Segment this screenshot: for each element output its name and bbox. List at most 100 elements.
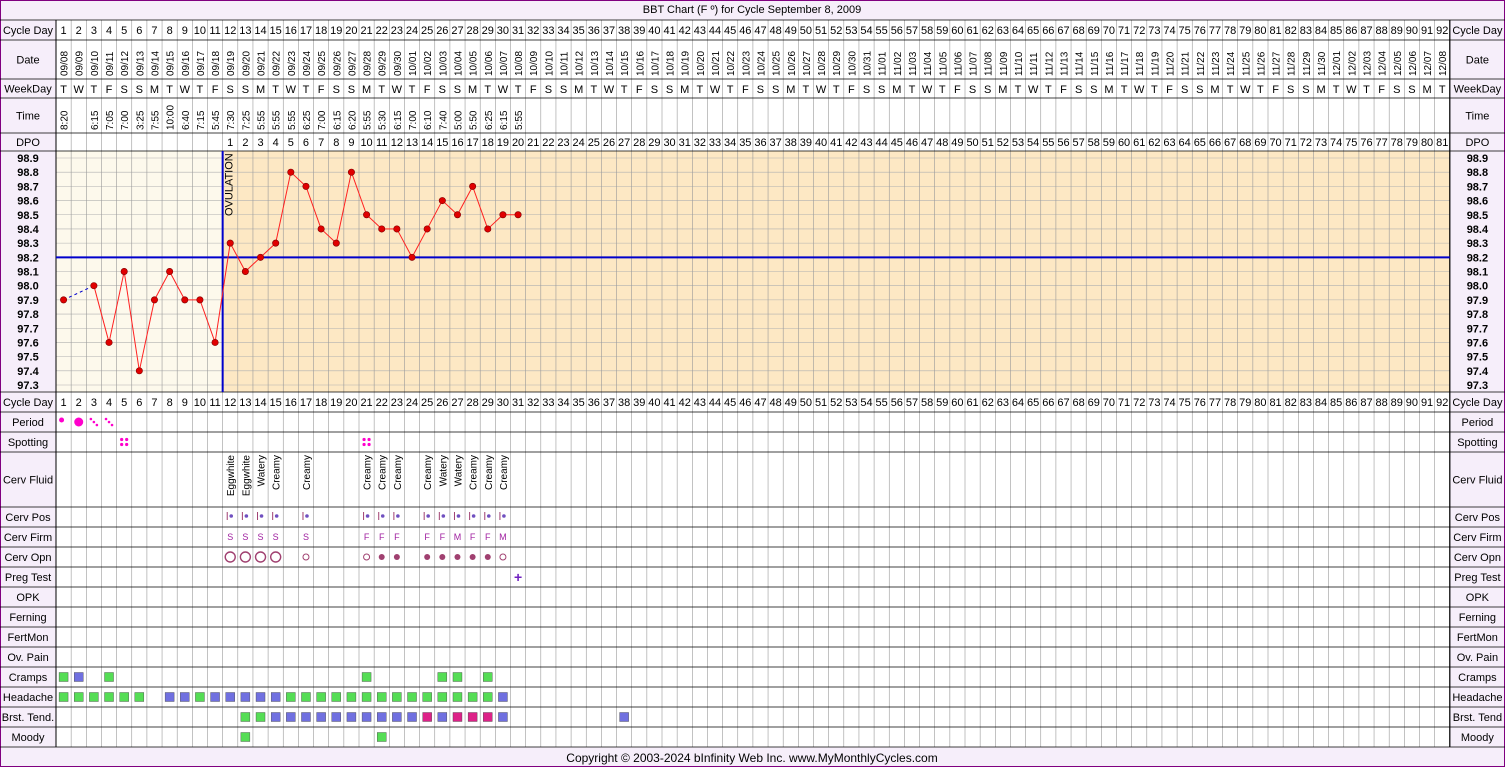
temperature-point	[469, 182, 477, 190]
cycle-day-label: 51	[815, 25, 827, 37]
headache-marker	[407, 692, 417, 702]
cycle-day-label-bottom: 54	[860, 397, 872, 409]
headache-marker	[346, 692, 357, 702]
date-label: 10/19	[681, 51, 692, 76]
row-label-right-cday2: Cycle Day	[1452, 397, 1503, 409]
cerv-pos-marker	[229, 514, 234, 518]
cycle-day-label: 46	[739, 25, 751, 37]
breast-tenderness-marker	[270, 712, 281, 722]
date-label: 11/25	[1241, 51, 1252, 76]
cycle-day-label: 32	[527, 25, 539, 37]
cerv-opn-marker	[424, 554, 431, 560]
dpo-label: 18	[482, 137, 494, 149]
cycle-day-label-bottom: 51	[815, 397, 827, 409]
date-label: 09/26	[332, 51, 343, 76]
row-label-period: Period	[12, 417, 44, 429]
time-label: 6:10	[423, 110, 434, 130]
date-label: 09/08	[60, 51, 71, 76]
dpo-label: 49	[951, 137, 963, 149]
cerv-pos-marker	[274, 514, 279, 518]
weekday-label: S	[984, 84, 991, 96]
cycle-day-label: 59	[936, 25, 948, 37]
row-label-ovp: Ov. Pain	[7, 652, 48, 664]
y-tick-label-right: 98.4	[1467, 224, 1489, 236]
date-label: 10/29	[832, 51, 843, 76]
cerv-pos-marker	[244, 514, 249, 518]
cycle-day-label-bottom: 66	[1042, 397, 1054, 409]
cycle-day-label: 33	[542, 25, 554, 37]
cycle-day-label: 25	[421, 25, 433, 37]
date-label: 11/11	[1029, 52, 1040, 76]
cycle-day-label-bottom: 76	[1194, 397, 1206, 409]
cycle-day-label: 12	[224, 25, 236, 37]
weekday-label: W	[1028, 84, 1039, 96]
breast-tenderness-marker	[377, 712, 387, 722]
date-label: 11/02	[893, 51, 904, 76]
weekday-label: T	[621, 84, 628, 96]
cycle-day-label: 7	[151, 25, 157, 37]
date-label: 11/06	[953, 51, 964, 76]
cycle-day-label: 14	[254, 25, 266, 37]
temperature-point	[226, 239, 234, 247]
cycle-day-label-bottom: 86	[1345, 397, 1357, 409]
date-label: 09/10	[90, 51, 101, 76]
cycle-day-label-bottom: 12	[224, 397, 236, 409]
cerv-firm-label: M	[454, 532, 462, 542]
date-label: 11/09	[999, 51, 1010, 76]
weekday-label: W	[286, 84, 297, 96]
date-label: 12/05	[1393, 51, 1404, 76]
date-label: 09/16	[181, 51, 192, 76]
dpo-label: 33	[709, 137, 721, 149]
cycle-day-label-bottom: 9	[182, 397, 188, 409]
row-label-copn: Cerv Opn	[4, 552, 51, 564]
dpo-label: 7	[318, 137, 324, 149]
cerv-fluid-label: Watery	[453, 455, 464, 486]
row-label-fluid: Cerv Fluid	[3, 475, 53, 487]
row-label-time: Time	[16, 111, 40, 123]
cycle-day-label: 19	[330, 25, 342, 37]
cerv-fluid-label: Creamy	[363, 455, 374, 490]
temperature-point	[514, 211, 522, 219]
row-label-date: Date	[16, 55, 39, 67]
cycle-day-label: 45	[724, 25, 736, 37]
dpo-label: 25	[588, 137, 600, 149]
headache-marker	[377, 692, 387, 702]
headache-marker	[498, 692, 508, 702]
cycle-day-label-bottom: 64	[1012, 397, 1024, 409]
headache-marker	[422, 692, 432, 702]
headache-marker	[134, 692, 145, 702]
date-label: 09/17	[196, 51, 207, 76]
cycle-day-label: 26	[436, 25, 448, 37]
headache-marker	[483, 692, 493, 702]
weekday-label: T	[909, 84, 916, 96]
breast-tenderness-marker	[483, 712, 493, 722]
date-label: 10/16	[635, 51, 646, 76]
row-label-moody: Moody	[11, 732, 45, 744]
dpo-label: 66	[1209, 137, 1221, 149]
cycle-day-label-bottom: 50	[800, 397, 812, 409]
y-tick-label: 97.8	[17, 309, 38, 321]
cerv-fluid-label: Creamy	[393, 455, 404, 490]
dpo-label: 81	[1436, 137, 1448, 149]
dpo-label: 76	[1360, 137, 1372, 149]
headache-marker	[225, 692, 235, 702]
dpo-label: 11	[376, 137, 387, 149]
cycle-day-label: 72	[1133, 25, 1145, 37]
dpo-label: 32	[694, 137, 706, 149]
y-tick-label: 98.8	[17, 167, 38, 179]
cycle-day-label-bottom: 21	[360, 397, 372, 409]
time-label: 5:55	[514, 110, 525, 130]
moody-marker	[240, 732, 251, 742]
temperature-point	[423, 225, 431, 233]
dpo-label: 22	[542, 137, 554, 149]
cycle-day-label-bottom: 78	[1224, 397, 1236, 409]
date-label: 11/08	[984, 51, 995, 76]
weekday-label: S	[545, 84, 552, 96]
cycle-day-label-bottom: 81	[1269, 397, 1281, 409]
weekday-label: F	[212, 84, 219, 96]
temperature-point	[166, 267, 174, 275]
date-label: 10/01	[408, 51, 419, 76]
cycle-day-label: 58	[921, 25, 933, 37]
cramps-marker	[74, 672, 84, 682]
cycle-day-label-bottom: 44	[709, 397, 721, 409]
